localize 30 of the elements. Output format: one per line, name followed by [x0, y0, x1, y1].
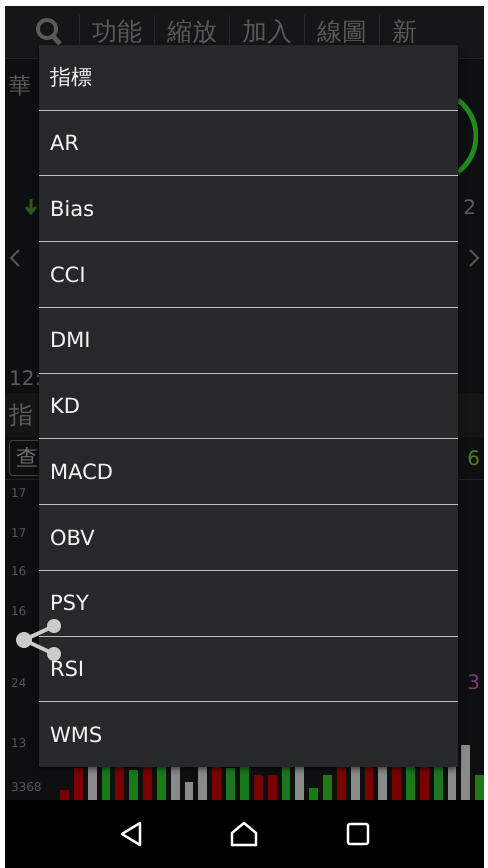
y-axis-label: 16 — [11, 564, 26, 578]
menu-item[interactable]: Bias — [39, 175, 458, 242]
home-icon[interactable] — [230, 821, 258, 847]
menu-item[interactable]: AR — [39, 110, 458, 176]
menu-item[interactable]: KD — [39, 372, 458, 438]
change-value: 2 — [463, 195, 476, 219]
y-axis-label: 17 — [11, 486, 26, 500]
y-axis-label: 17 — [11, 526, 26, 540]
search-icon[interactable] — [33, 16, 65, 48]
y-axis-label: 24 — [11, 676, 26, 690]
menu-item[interactable]: CCI — [39, 241, 458, 307]
indicator-value: 3 — [467, 670, 480, 694]
y-axis-label: 13 — [11, 736, 26, 750]
time-text: 12: — [9, 366, 42, 390]
back-icon[interactable] — [118, 821, 143, 847]
menu-item[interactable]: MACD — [39, 438, 458, 504]
left-chevron-icon[interactable] — [9, 248, 21, 268]
share-icon[interactable] — [14, 618, 64, 662]
menu-title: 指標 — [49, 64, 93, 92]
stock-name: 華 — [9, 73, 31, 101]
ring-icon — [456, 96, 478, 176]
menu-item[interactable]: WMS — [39, 701, 458, 768]
y-axis-label: 16 — [11, 604, 26, 618]
volume-label: 3368 — [11, 780, 42, 794]
recents-icon[interactable] — [346, 822, 370, 846]
menu-item[interactable]: OBV — [39, 504, 458, 570]
down-arrow-icon — [25, 199, 37, 215]
value-text: 6 — [467, 446, 480, 470]
right-chevron-icon[interactable] — [468, 248, 480, 268]
menu-item[interactable]: DMI — [39, 306, 458, 373]
